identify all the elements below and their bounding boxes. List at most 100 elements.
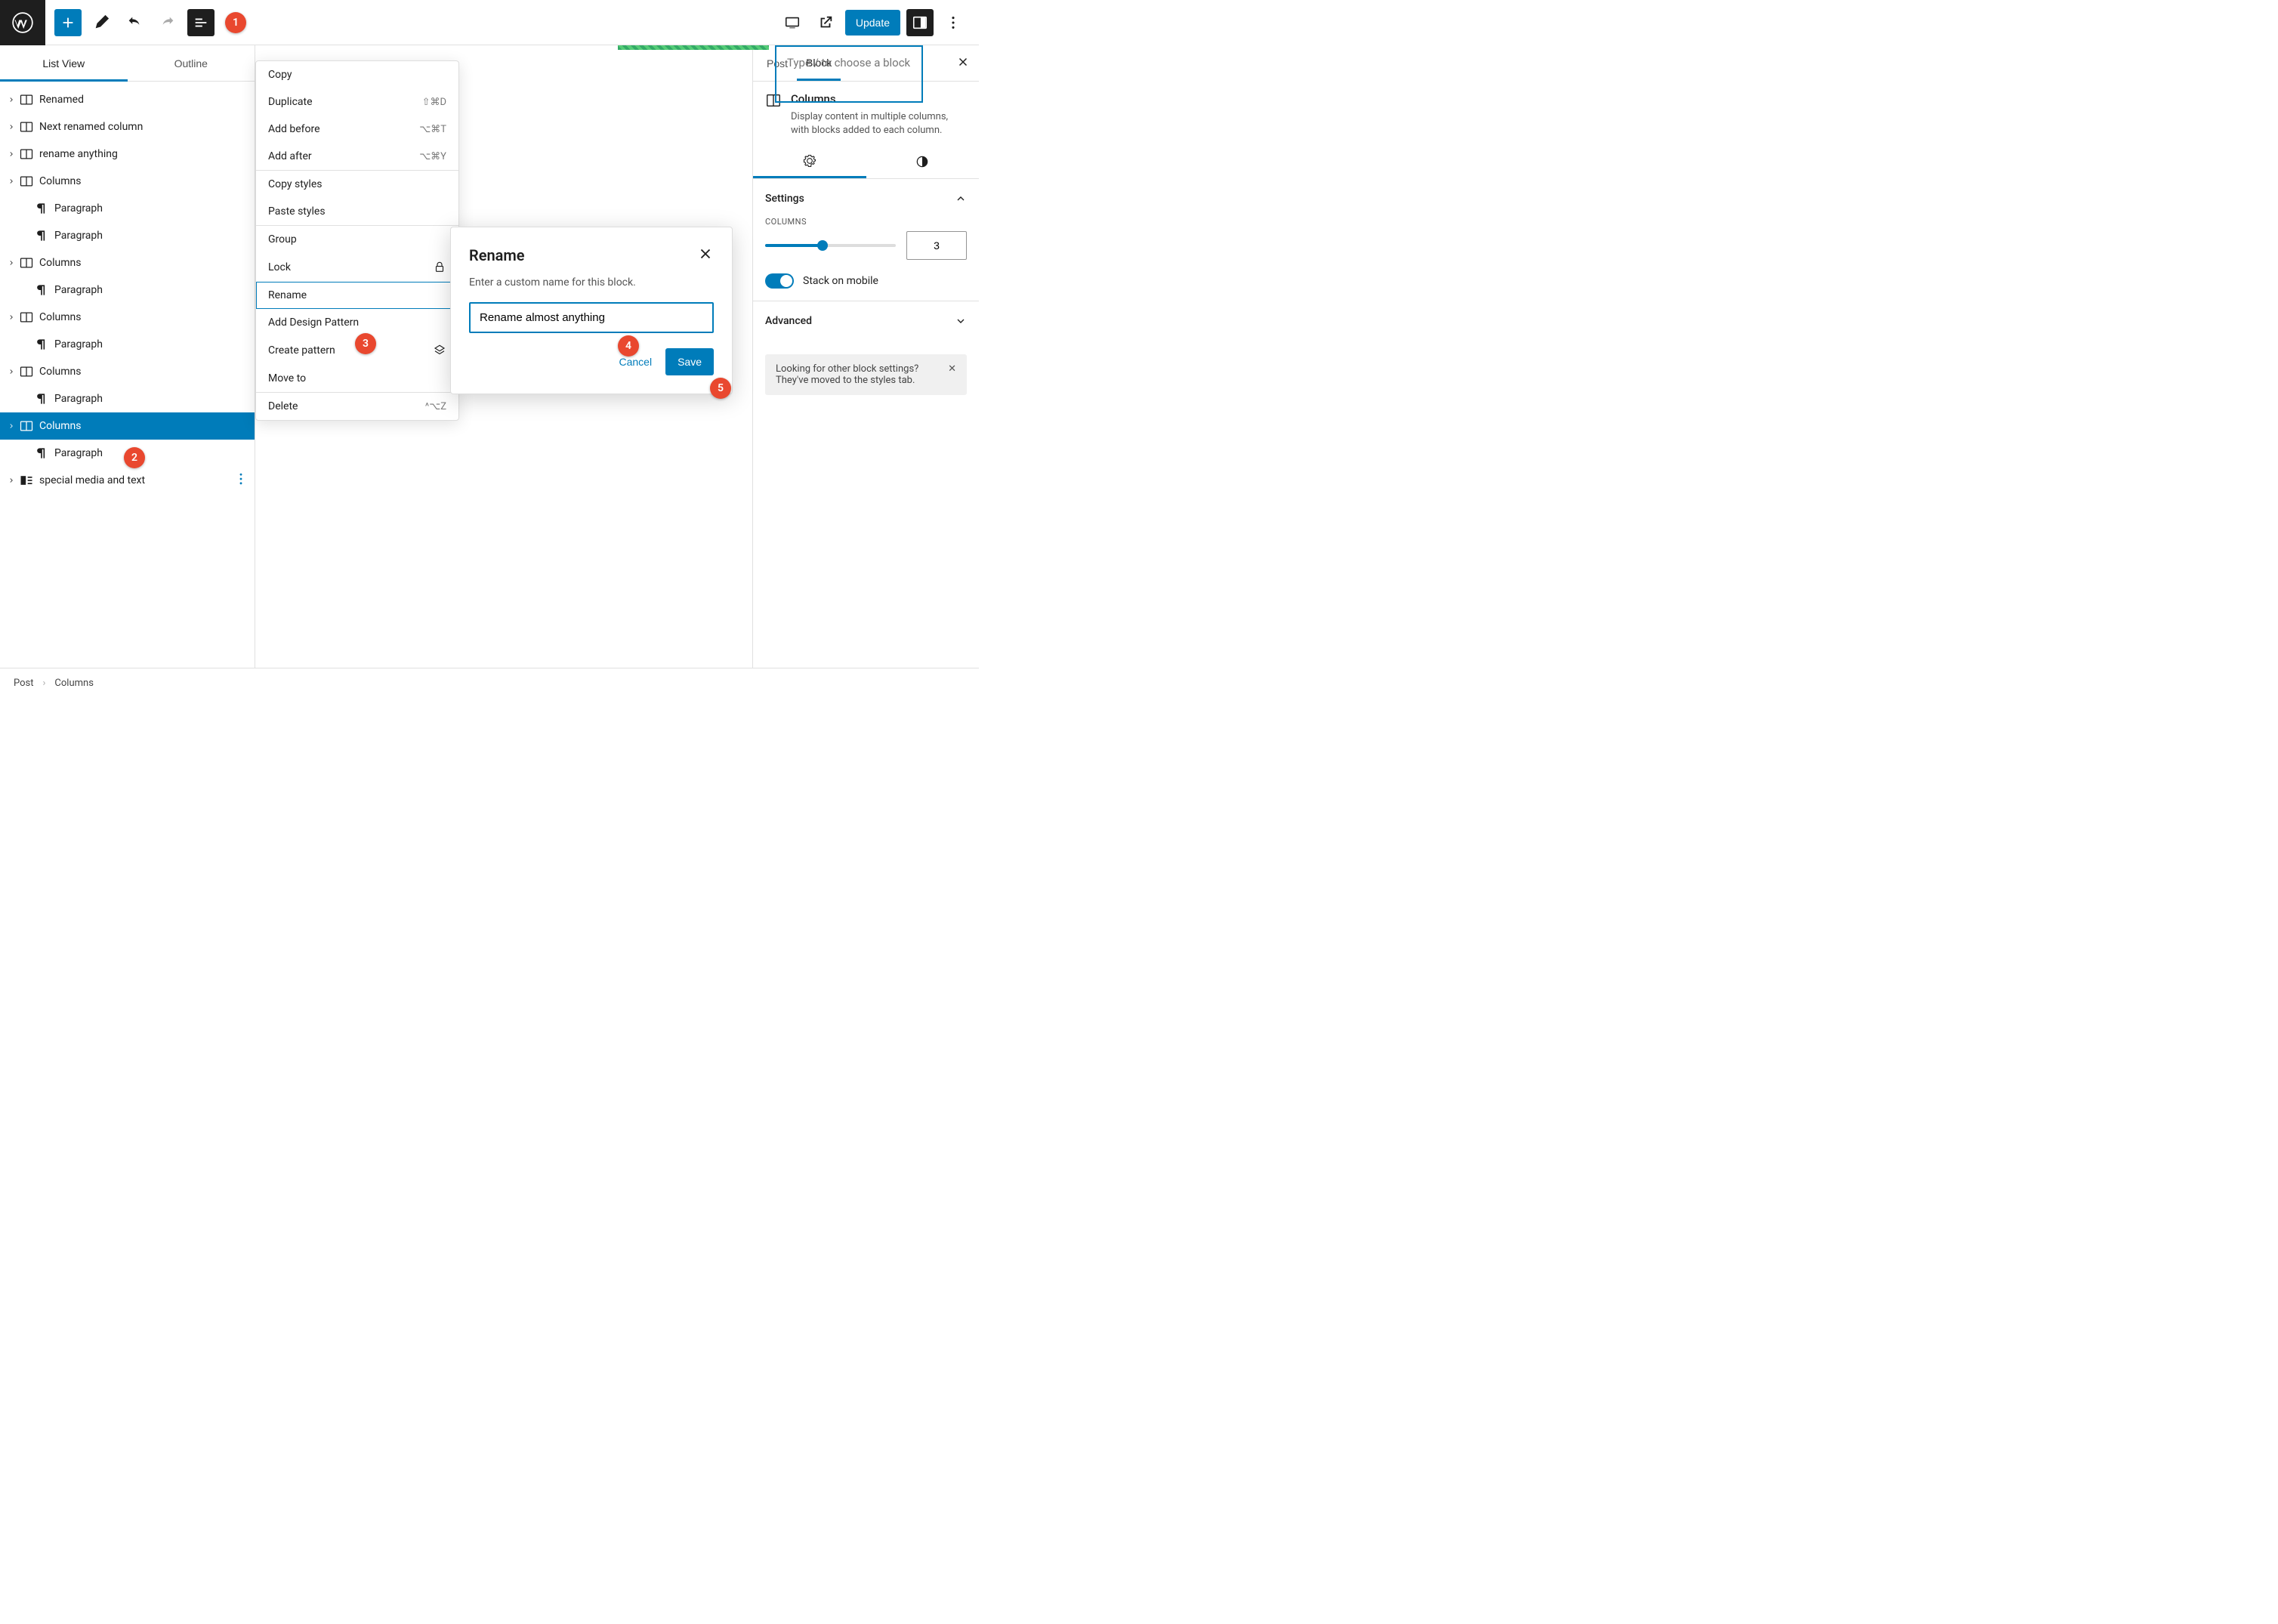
chevron-right-icon[interactable] [5, 150, 18, 158]
modal-close-button[interactable] [697, 245, 714, 264]
ctx-add-design-pattern[interactable]: Add Design Pattern [256, 309, 458, 336]
cancel-button[interactable]: Cancel [619, 356, 652, 368]
list-item[interactable]: Paragraph [0, 222, 255, 249]
annotation-5: 5 [710, 378, 731, 399]
document-overview-button[interactable] [187, 9, 215, 36]
columns-number-input[interactable] [906, 231, 967, 260]
list-item[interactable]: Paragraph [0, 195, 255, 222]
list-item-label: special media and text [39, 474, 145, 486]
undo-button[interactable] [121, 9, 148, 36]
list-item-label: Next renamed column [39, 121, 143, 133]
wp-logo[interactable] [0, 0, 45, 45]
chevron-right-icon[interactable] [5, 259, 18, 267]
subtab-styles[interactable] [866, 145, 980, 178]
list-item-options-button[interactable] [233, 471, 248, 489]
rename-input[interactable] [469, 302, 714, 333]
ctx-group[interactable]: Group [256, 226, 458, 253]
stack-on-mobile-toggle[interactable] [765, 273, 794, 289]
chevron-right-icon[interactable] [5, 313, 18, 321]
settings-panel-toggle[interactable] [906, 9, 934, 36]
list-item[interactable]: Columns [0, 358, 255, 385]
list-item-label: Columns [39, 257, 81, 269]
modal-description: Enter a custom name for this block. [469, 276, 714, 289]
document-overview-panel: List View Outline Renamed Next renamed co… [0, 45, 255, 668]
annotation-4: 4 [618, 335, 639, 357]
select-tool-button[interactable] [88, 9, 115, 36]
lock-icon [433, 261, 446, 274]
modal-title: Rename [469, 246, 525, 264]
columns-slider[interactable] [765, 244, 896, 247]
list-item[interactable]: Columns [0, 168, 255, 195]
ctx-rename[interactable]: Rename [256, 282, 458, 309]
preview-desktop-button[interactable] [779, 9, 806, 36]
list-item-label: Columns [39, 366, 81, 378]
breadcrumb: Post › Columns [0, 668, 979, 698]
list-item-label: Paragraph [54, 230, 103, 242]
block-description: Display content in multiple columns, wit… [791, 110, 967, 137]
dismiss-tip-button[interactable]: ✕ [948, 363, 956, 386]
update-button[interactable]: Update [845, 10, 900, 36]
pattern-icon [433, 344, 446, 357]
redo-button [154, 9, 181, 36]
block-context-menu: Copy Duplicate⇧⌘D Add before⌥⌘T Add afte… [255, 60, 459, 421]
section-advanced-toggle[interactable]: Advanced [765, 310, 967, 332]
ctx-delete[interactable]: Delete^⌥Z [256, 393, 458, 420]
list-item[interactable]: rename anything [0, 140, 255, 168]
chevron-right-icon[interactable] [5, 477, 18, 484]
list-item-label: Columns [39, 175, 81, 187]
tab-list-view[interactable]: List View [0, 45, 128, 82]
list-item-label: Paragraph [54, 338, 103, 350]
breadcrumb-columns[interactable]: Columns [54, 678, 94, 689]
chevron-up-icon [955, 193, 967, 205]
ctx-add-after[interactable]: Add after⌥⌘Y [256, 143, 458, 170]
list-item-label: Columns [39, 420, 81, 432]
subtab-settings[interactable] [753, 145, 866, 178]
list-item-label: Columns [39, 311, 81, 323]
chevron-right-icon[interactable] [5, 123, 18, 131]
para-icon [33, 337, 50, 352]
ctx-duplicate[interactable]: Duplicate⇧⌘D [256, 88, 458, 116]
columns-icon [18, 119, 35, 134]
ctx-add-before[interactable]: Add before⌥⌘T [256, 116, 458, 143]
annotation-3: 3 [355, 333, 376, 354]
view-external-button[interactable] [812, 9, 839, 36]
ctx-copy-styles[interactable]: Copy styles [256, 171, 458, 198]
list-item[interactable]: Paragraph [0, 331, 255, 358]
chevron-right-icon[interactable] [5, 422, 18, 430]
add-block-button[interactable] [54, 9, 82, 36]
columns-icon [18, 147, 35, 162]
list-item[interactable]: Paragraph [0, 276, 255, 304]
list-item[interactable]: Next renamed column [0, 113, 255, 140]
breadcrumb-post[interactable]: Post [14, 678, 34, 689]
ctx-copy[interactable]: Copy [256, 61, 458, 88]
list-item[interactable]: Columns [0, 249, 255, 276]
ctx-paste-styles[interactable]: Paste styles [256, 198, 458, 225]
section-settings-toggle[interactable]: Settings [765, 188, 967, 209]
ctx-move-to[interactable]: Move to [256, 365, 458, 392]
chevron-right-icon[interactable] [5, 368, 18, 375]
options-menu-button[interactable] [940, 9, 967, 36]
columns-icon [18, 310, 35, 325]
columns-icon [18, 255, 35, 270]
breadcrumb-separator: › [43, 678, 46, 689]
columns-icon [18, 418, 35, 434]
list-item[interactable]: Paragraph [0, 385, 255, 412]
chevron-right-icon[interactable] [5, 96, 18, 103]
rename-modal: Rename Enter a custom name for this bloc… [450, 227, 733, 394]
close-sidebar-button[interactable] [952, 51, 974, 76]
list-item[interactable]: Columns [0, 412, 255, 440]
chevron-right-icon[interactable] [5, 178, 18, 185]
list-item[interactable]: special media and text [0, 467, 255, 494]
stack-on-mobile-label: Stack on mobile [803, 275, 878, 287]
para-icon [33, 201, 50, 216]
save-button[interactable]: Save [665, 348, 714, 375]
list-item-label: Paragraph [54, 393, 103, 405]
list-item[interactable]: Renamed [0, 86, 255, 113]
empty-block-placeholder[interactable]: Type / to choose a block [775, 45, 923, 103]
tab-outline[interactable]: Outline [128, 45, 255, 82]
list-item-label: Renamed [39, 94, 84, 106]
list-item-label: Paragraph [54, 284, 103, 296]
ctx-lock[interactable]: Lock [256, 253, 458, 282]
list-item[interactable]: Columns [0, 304, 255, 331]
media-icon [18, 473, 35, 488]
